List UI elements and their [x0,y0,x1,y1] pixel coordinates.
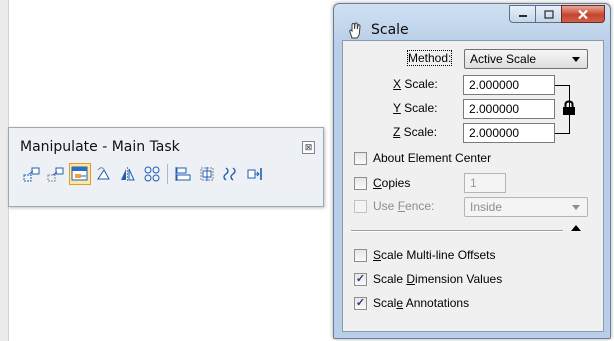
align-edges-tool-icon [175,167,191,181]
about-element-center-checkbox[interactable] [354,152,367,165]
scale-annotations-checkbox[interactable]: ✓ [354,297,367,310]
scale-dimension-values-checkbox[interactable]: ✓ [354,273,367,286]
use-fence-label: Use Fence: [373,199,435,213]
scale-multiline-offsets-checkbox[interactable] [354,249,367,262]
tool-row [21,161,268,187]
move-to-contact-tool-icon [247,168,262,180]
z-scale-label: Z Scale: [393,125,438,139]
manipulate-toolbox: Manipulate - Main Task ⊠ [8,127,324,207]
fence-mode-value: Inside [470,200,503,214]
copy-tool-button[interactable] [21,163,43,185]
copies-checkbox[interactable] [354,177,367,190]
toolbox-title: Manipulate - Main Task [20,139,180,155]
toolbar-separator [167,164,168,184]
fence-mode-dropdown[interactable]: Inside [464,197,588,217]
hand-tool-icon [349,22,361,39]
copies-input[interactable]: 1 [464,173,506,193]
copies-label: Copies [373,176,411,190]
method-label: Method: [406,50,453,66]
lock-icon[interactable] [562,100,576,116]
spin-tool-icon [223,167,236,181]
scale-annotations-label: Scale Annotations [373,296,470,310]
settings-panel: Method: Active Scale X Scale: 2.000000 Y… [342,40,604,332]
maximize-button[interactable] [535,5,561,23]
chevron-down-icon [572,205,580,210]
spin-tool-button[interactable] [220,163,242,185]
stretch-tool-button[interactable] [196,163,218,185]
x-scale-label: X Scale: [393,77,438,91]
x-scale-input[interactable]: 2.000000 [463,75,555,95]
window-title: Scale [371,22,409,38]
close-icon [578,9,588,19]
rotate-tool-button[interactable] [93,163,115,185]
mirror-tool-icon [121,167,135,181]
caption-buttons [509,5,605,23]
about-element-center-label: About Element Center [373,151,492,165]
rotate-tool-icon [97,167,110,180]
minimize-button[interactable] [509,5,535,23]
scale-multiline-offsets-label: Scale Multi-line Offsets [373,248,496,262]
copy-tool-icon [23,167,40,182]
move-tool-button[interactable] [45,163,67,185]
maximize-icon [543,9,554,19]
collapse-triangle-icon[interactable] [571,225,581,231]
array-tool-button[interactable] [141,163,163,185]
scale-tool-icon [71,166,88,181]
z-scale-input[interactable]: 2.000000 [463,123,555,143]
method-dropdown[interactable]: Active Scale [464,49,588,69]
scale-tool-button[interactable] [69,163,91,185]
chevron-down-icon [572,57,580,62]
y-scale-input[interactable]: 2.000000 [463,99,555,119]
toolbox-close-button[interactable]: ⊠ [302,141,315,154]
move-tool-icon [47,167,64,182]
options-separator [351,230,563,232]
scale-dimension-values-label: Scale Dimension Values [373,272,503,286]
use-fence-checkbox[interactable] [354,200,367,213]
mirror-tool-button[interactable] [117,163,139,185]
method-dropdown-value: Active Scale [470,52,537,66]
stretch-tool-icon [200,167,214,181]
minimize-icon [518,15,527,17]
array-tool-icon [144,166,160,182]
scale-window: Scale Method: Active Scale X Scale: 2.00… [333,3,611,339]
close-button[interactable] [561,5,605,23]
move-to-contact-tool-button[interactable] [244,163,266,185]
align-edges-tool-button[interactable] [172,163,194,185]
y-scale-label: Y Scale: [393,101,438,115]
